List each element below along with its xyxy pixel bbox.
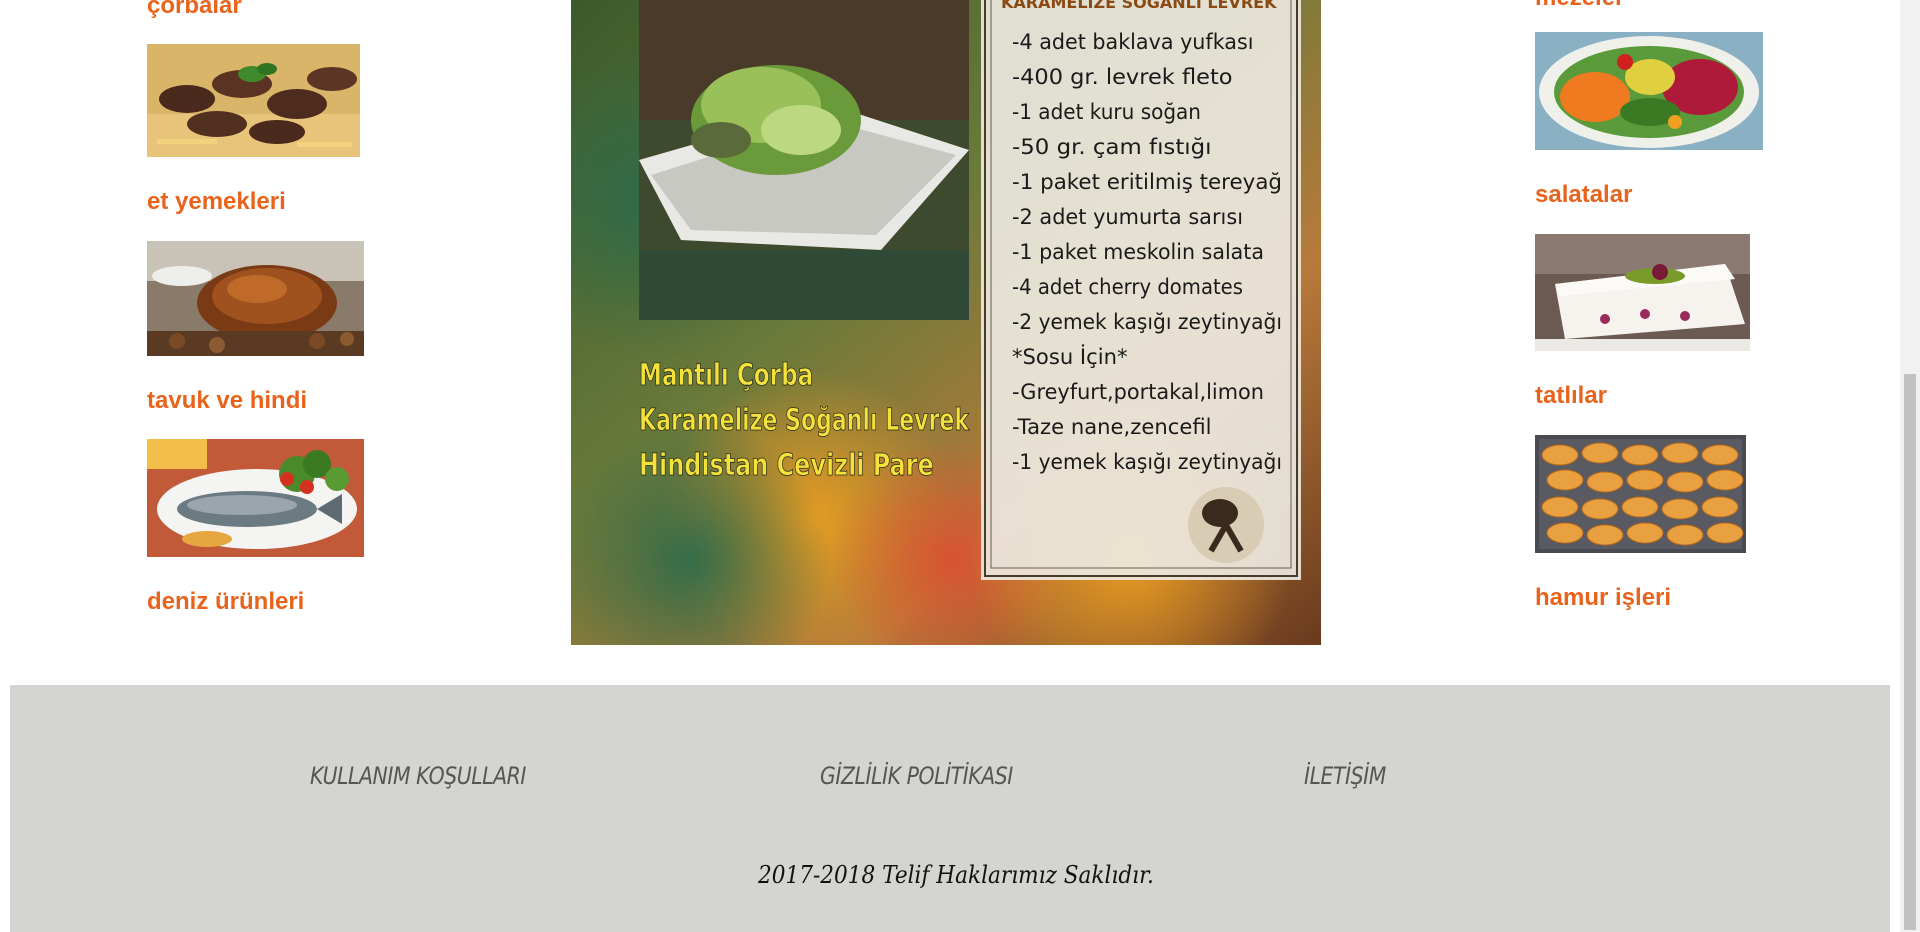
category-link-et-yemekleri[interactable]: et yemekleri	[147, 188, 286, 216]
ingredient-line: -50 gr. çam fıstığı	[1012, 135, 1212, 159]
footer	[10, 685, 1890, 932]
ingredient-line: -2 adet yumurta sarısı	[1012, 205, 1243, 229]
thumbnail-tavuk-ve-hindi[interactable]	[147, 241, 364, 356]
ingredient-line: -Greyfurt,portakal,limon	[1012, 380, 1264, 404]
copyright-text: 2017-2018 Telif Haklarımız Saklıdır.	[758, 861, 1154, 889]
page: çorbalar et yemekleri tavuk ve hindi den…	[0, 0, 1900, 932]
menu-line: Hindistan Cevizli Pare	[639, 448, 934, 483]
ingredient-line: *Sosu İçin*	[1012, 344, 1128, 369]
thumbnail-hamur-isleri[interactable]	[1535, 435, 1746, 553]
footer-link-contact[interactable]: İLETİŞİM	[1304, 762, 1386, 790]
category-link-corbalar[interactable]: çorbalar	[147, 0, 242, 20]
thumbnail-tatlilar[interactable]	[1535, 234, 1750, 351]
thumbnail-salatalar[interactable]	[1535, 32, 1763, 150]
category-link-hamur-isleri[interactable]: hamur işleri	[1535, 584, 1671, 612]
menu-line: Mantılı Çorba	[639, 358, 813, 393]
scrollbar-thumb[interactable]	[1904, 374, 1916, 930]
ingredient-line: -Taze nane,zencefil	[1012, 415, 1212, 439]
ingredient-line: -1 paket meskolin salata	[1012, 240, 1264, 264]
featured-recipe-poster: KARAMELIZE SOĞANLI LEVREK -4 adet baklav…	[571, 0, 1321, 645]
category-link-tavuk-ve-hindi[interactable]: tavuk ve hindi	[147, 387, 307, 415]
category-link-mezeler[interactable]: mezeler	[1535, 0, 1624, 12]
category-link-salatalar[interactable]: salatalar	[1535, 181, 1632, 209]
ingredient-line: -2 yemek kaşığı zeytinyağı	[1012, 310, 1282, 334]
ingredient-line: -1 paket eritilmiş tereyağ	[1012, 170, 1282, 194]
thumbnail-deniz-urunleri[interactable]	[147, 439, 364, 557]
ingredient-line: -1 adet kuru soğan	[1012, 100, 1201, 124]
menu-line: Karamelize Soğanlı Levrek	[639, 403, 970, 438]
ingredient-line: -4 adet cherry domates	[1012, 275, 1243, 299]
footer-link-privacy[interactable]: GİZLİLİK POLİTİKASI	[820, 762, 1013, 790]
ingredient-line: -400 gr. levrek fleto	[1012, 65, 1233, 89]
footer-link-terms[interactable]: KULLANIM KOŞULLARI	[310, 762, 526, 790]
category-link-deniz-urunleri[interactable]: deniz ürünleri	[147, 588, 304, 616]
recipe-title: KARAMELIZE SOĞANLI LEVREK	[1001, 0, 1277, 12]
ingredient-line: -1 yemek kaşığı zeytinyağı	[1012, 450, 1282, 474]
thumbnail-et-yemekleri[interactable]	[147, 44, 360, 157]
category-link-tatlilar[interactable]: tatlılar	[1535, 382, 1607, 410]
ingredient-line: -4 adet baklava yufkası	[1012, 30, 1254, 54]
